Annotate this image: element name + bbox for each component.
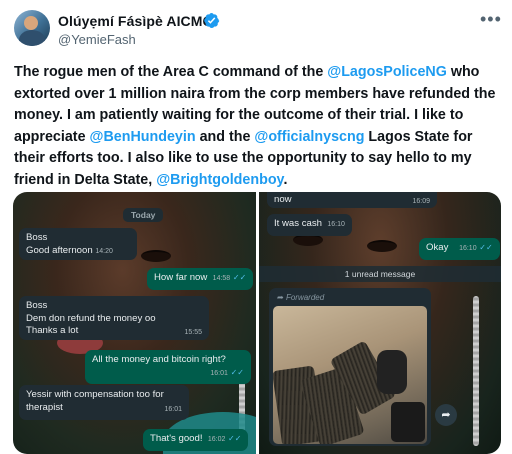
cash-bundle <box>391 402 425 442</box>
verified-badge-icon <box>204 13 220 28</box>
unread-messages-divider: 1 unread message <box>259 266 501 282</box>
chat-bubble-incoming: now 16:09 <box>267 192 437 208</box>
double-check-icon: ✓✓ <box>479 243 493 252</box>
author-name[interactable]: Olúyẹmí Fásìpè AICMC <box>58 13 213 29</box>
cash-photo[interactable] <box>273 306 427 444</box>
date-chip: Today <box>123 208 164 222</box>
double-check-icon: ✓✓ <box>230 367 244 377</box>
face-eye <box>293 234 323 246</box>
chat-bubble-incoming: It was cash 16:10 <box>267 214 352 236</box>
chat-bubble-outgoing: That's good! 16:02 ✓✓ <box>143 429 249 451</box>
mention-link[interactable]: @Brightgoldenboy <box>156 172 283 188</box>
media-screenshot-right[interactable]: now 16:09 It was cash 16:10 Okay 16:10 ✓… <box>259 192 501 454</box>
tweet-header: Olúyẹmí Fásìpè AICMC @YemieFash ••• <box>0 0 512 52</box>
more-options-icon[interactable]: ••• <box>480 10 502 28</box>
forward-arrow-icon: ➦ <box>277 293 284 302</box>
author-handle[interactable]: @YemieFash <box>58 32 136 47</box>
chat-bubble-incoming: Boss Dem don refund the money oo Thanks … <box>19 296 209 340</box>
face-eye <box>367 240 397 252</box>
mention-link[interactable]: @BenHundeyin <box>90 129 196 145</box>
tweet-text-segment: and the <box>195 128 255 145</box>
tweet-media[interactable]: Today Boss Good afternoon 14:20 How far … <box>13 192 501 454</box>
media-screenshot-left[interactable]: Today Boss Good afternoon 14:20 How far … <box>13 192 256 454</box>
face-eye <box>141 250 171 262</box>
double-check-icon: ✓✓ <box>232 273 247 282</box>
chat-bubble-outgoing: Okay 16:10 ✓✓ <box>419 238 500 260</box>
tweet-text: The rogue men of the Area C command of t… <box>14 62 500 191</box>
forwarded-message[interactable]: ➦ Forwarded <box>269 288 431 446</box>
forwarded-label: ➦ Forwarded <box>277 293 325 302</box>
share-arrow-icon[interactable]: ➦ <box>435 404 457 426</box>
earring-decoration <box>473 296 479 446</box>
double-check-icon: ✓✓ <box>228 434 242 443</box>
avatar[interactable] <box>14 10 50 46</box>
mention-link[interactable]: @officialnyscng <box>254 129 364 145</box>
mention-link[interactable]: @LagosPoliceNG <box>327 64 447 80</box>
tweet-text-segment: . <box>283 171 288 188</box>
cash-bundle <box>377 350 407 394</box>
tweet-text-segment: The rogue men of the Area C command of t… <box>14 64 328 80</box>
chat-bubble-incoming: Yessir with compensation too for therapi… <box>19 385 189 420</box>
chat-bubble-outgoing: All the money and bitcoin right? 16:01 ✓… <box>85 350 251 384</box>
chat-bubble-outgoing: How far now 14:58 ✓✓ <box>147 268 254 290</box>
chat-bubble-incoming: Boss Good afternoon 14:20 <box>19 228 137 260</box>
